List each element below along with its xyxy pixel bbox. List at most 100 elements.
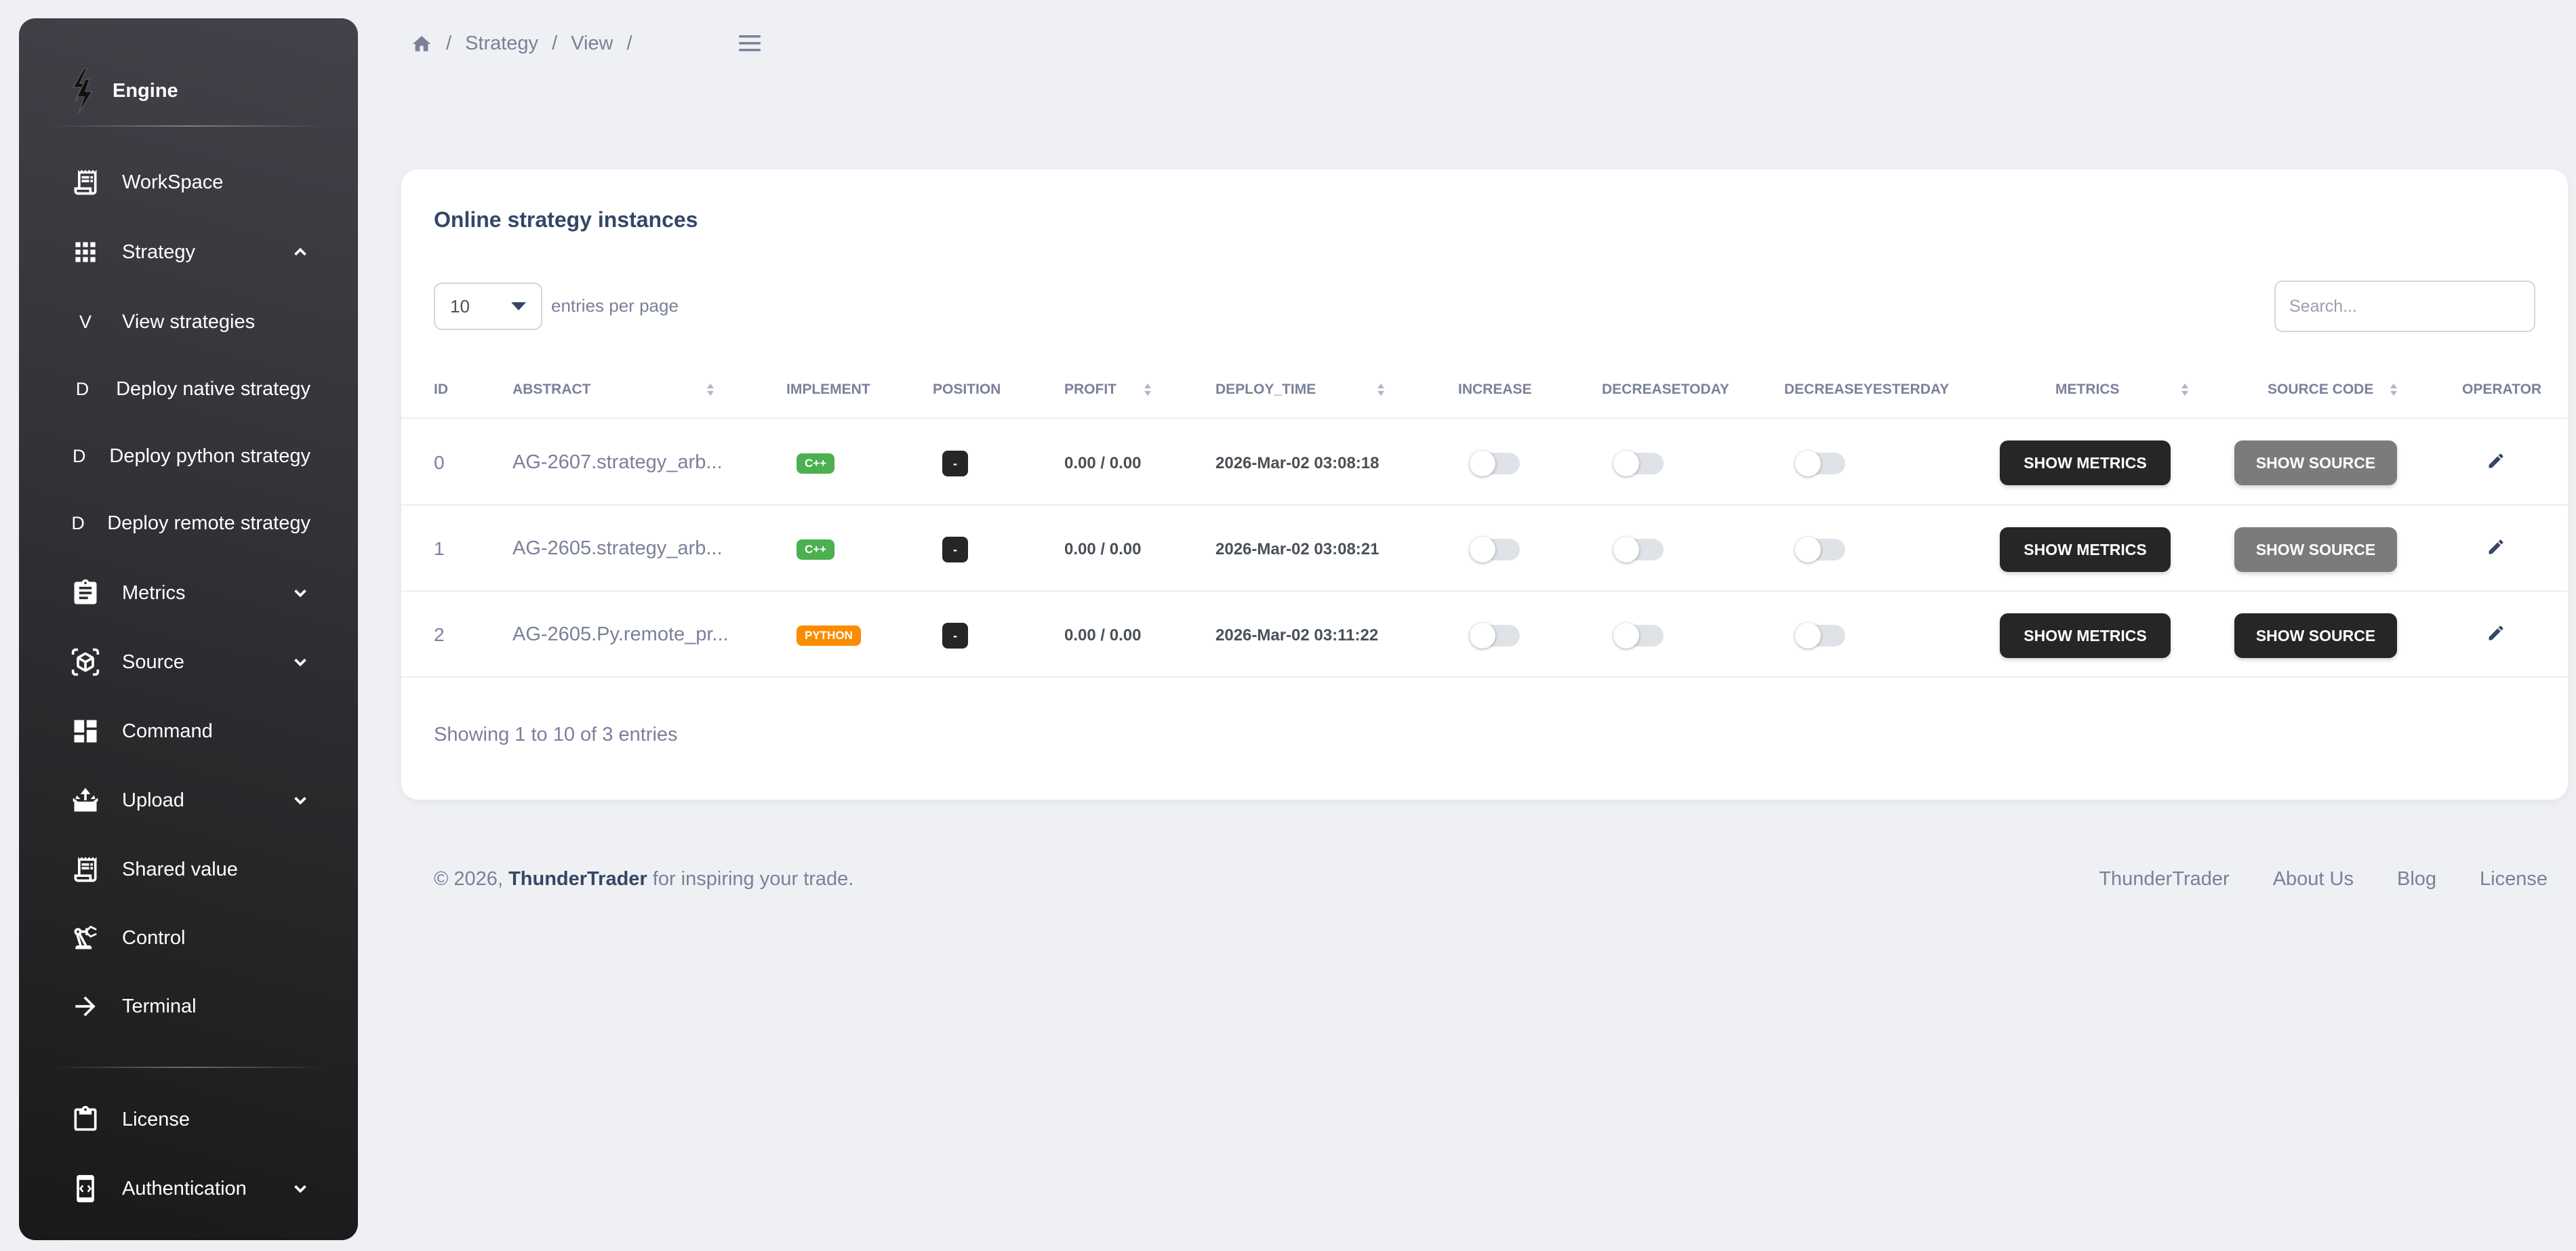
sidebar-item-label: License bbox=[122, 1108, 190, 1130]
column-header-implement[interactable]: IMPLEMENT bbox=[786, 382, 870, 398]
chevron-down-icon bbox=[294, 658, 306, 667]
column-header-metrics[interactable]: METRICS bbox=[2055, 382, 2189, 398]
column-header-abstract[interactable]: ABSTRACT bbox=[512, 382, 715, 398]
sidebar-item-letter: V bbox=[79, 311, 92, 332]
view-in-ar-icon bbox=[68, 644, 103, 680]
footer-link-blog[interactable]: Blog bbox=[2397, 868, 2436, 890]
assignment-icon bbox=[68, 575, 103, 611]
cell-profit: 0.00 / 0.00 bbox=[1064, 540, 1142, 558]
sidebar-item-letter: D bbox=[71, 512, 85, 533]
show-source-button[interactable]: SHOW SOURCE bbox=[2234, 613, 2397, 658]
column-header-position[interactable]: POSITION bbox=[933, 382, 1001, 398]
column-header-profit[interactable]: PROFIT bbox=[1064, 382, 1152, 398]
show-metrics-button[interactable]: SHOW METRICS bbox=[2000, 527, 2171, 572]
sort-icon bbox=[2181, 384, 2188, 396]
sidebar-item-label: WorkSpace bbox=[122, 171, 224, 193]
table-showing-info: Showing 1 to 10 of 3 entries bbox=[434, 724, 678, 745]
column-header-id[interactable]: ID bbox=[434, 382, 448, 398]
strategy-instances-card: Online strategy instances 10 entries per… bbox=[401, 169, 2568, 800]
sidebar-item-authentication[interactable]: Authentication bbox=[68, 1165, 310, 1212]
sidebar-item-label: Control bbox=[122, 926, 186, 949]
column-header-increase[interactable]: INCREASE bbox=[1458, 382, 1532, 398]
increase-toggle[interactable] bbox=[1470, 623, 1520, 649]
sidebar-item-letter: D bbox=[72, 445, 86, 466]
column-header-decrease-today[interactable]: DECREASETODAY bbox=[1602, 382, 1729, 398]
footer-link-thundertrader[interactable]: ThunderTrader bbox=[2099, 868, 2229, 890]
sidebar-item-label: Authentication bbox=[122, 1177, 247, 1199]
footer-link-license[interactable]: License bbox=[2480, 868, 2548, 890]
sidebar-item-view-strategies[interactable]: V View strategies bbox=[68, 298, 310, 346]
sidebar-item-upload[interactable]: Upload bbox=[68, 777, 310, 824]
search-input[interactable] bbox=[2274, 281, 2535, 332]
show-metrics-button[interactable]: SHOW METRICS bbox=[2000, 440, 2171, 485]
decrease-today-toggle[interactable] bbox=[1613, 623, 1664, 649]
position-badge: - bbox=[942, 537, 968, 562]
sidebar-divider bbox=[52, 125, 325, 127]
sidebar-item-label: Metrics bbox=[122, 581, 186, 604]
show-source-button[interactable]: SHOW SOURCE bbox=[2234, 527, 2397, 572]
sidebar-item-deploy-remote[interactable]: D Deploy remote strategy bbox=[68, 499, 310, 547]
decrease-today-toggle[interactable] bbox=[1613, 451, 1664, 476]
receipt-icon bbox=[68, 852, 103, 887]
sidebar-item-shared-value[interactable]: Shared value bbox=[68, 846, 310, 893]
decrease-yesterday-toggle[interactable] bbox=[1795, 623, 1845, 649]
cell-id: 1 bbox=[434, 538, 445, 559]
cell-profit: 0.00 / 0.00 bbox=[1064, 626, 1142, 644]
table-divider bbox=[401, 504, 2568, 506]
edit-icon[interactable] bbox=[2487, 451, 2505, 470]
sidebar-item-deploy-native[interactable]: D Deploy native strategy bbox=[68, 365, 310, 413]
footer-brand-link[interactable]: ThunderTrader bbox=[508, 868, 647, 890]
increase-toggle[interactable] bbox=[1470, 451, 1520, 476]
column-header-decrease-yesterday[interactable]: DECREASEYESTERDAY bbox=[1784, 382, 1949, 398]
decrease-yesterday-toggle[interactable] bbox=[1795, 451, 1845, 476]
breadcrumb: / Strategy / View / bbox=[411, 33, 646, 55]
increase-toggle[interactable] bbox=[1470, 537, 1520, 562]
sidebar-item-license[interactable]: License bbox=[68, 1096, 310, 1143]
show-metrics-button[interactable]: SHOW METRICS bbox=[2000, 613, 2171, 658]
sidebar-item-command[interactable]: Command bbox=[68, 707, 310, 755]
sidebar-item-control[interactable]: Control bbox=[68, 914, 310, 962]
sidebar-item-strategy[interactable]: Strategy bbox=[68, 228, 310, 276]
brand[interactable]: Engine bbox=[68, 67, 178, 115]
breadcrumb-separator: / bbox=[446, 33, 452, 54]
chevron-up-icon bbox=[294, 247, 306, 256]
sidebar-item-label: Strategy bbox=[122, 241, 195, 263]
column-header-deploy-time[interactable]: DEPLOY_TIME bbox=[1215, 382, 1385, 398]
table-divider bbox=[401, 676, 2568, 678]
sidebar-item-label: Shared value bbox=[122, 858, 238, 880]
edit-icon[interactable] bbox=[2487, 623, 2505, 642]
entries-per-page-select[interactable]: 10 bbox=[434, 283, 542, 330]
sidebar-item-metrics[interactable]: Metrics bbox=[68, 569, 310, 617]
footer-links: ThunderTrader About Us Blog License bbox=[2055, 868, 2548, 890]
sidebar: Engine WorkSpace Strategy V View strateg… bbox=[19, 18, 358, 1240]
cell-abstract: AG-2605.strategy_arb... bbox=[512, 537, 723, 559]
position-badge: - bbox=[942, 623, 968, 649]
footer-link-about-us[interactable]: About Us bbox=[2273, 868, 2354, 890]
sidebar-item-workspace[interactable]: WorkSpace bbox=[68, 159, 310, 206]
hamburger-menu-icon[interactable] bbox=[736, 31, 763, 56]
chevron-down-icon bbox=[294, 796, 306, 805]
column-header-operator[interactable]: OPERATOR bbox=[2462, 382, 2541, 398]
sidebar-item-label: Terminal bbox=[122, 995, 197, 1017]
show-source-button[interactable]: SHOW SOURCE bbox=[2234, 440, 2397, 485]
sidebar-divider bbox=[52, 1067, 325, 1068]
sidebar-item-source[interactable]: Source bbox=[68, 638, 310, 686]
sidebar-item-deploy-python[interactable]: D Deploy python strategy bbox=[68, 432, 310, 480]
dashboard-icon bbox=[68, 714, 103, 749]
clipboard-icon bbox=[68, 1102, 103, 1137]
sidebar-item-label: Upload bbox=[122, 789, 184, 811]
decrease-yesterday-toggle[interactable] bbox=[1795, 537, 1845, 562]
home-icon[interactable] bbox=[411, 33, 432, 55]
breadcrumb-strategy[interactable]: Strategy bbox=[465, 33, 538, 55]
sidebar-item-terminal[interactable]: Terminal bbox=[68, 983, 310, 1030]
decrease-today-toggle[interactable] bbox=[1613, 537, 1664, 562]
apps-grid-icon bbox=[68, 234, 103, 270]
arrow-forward-icon bbox=[68, 989, 103, 1024]
cell-id: 0 bbox=[434, 452, 445, 473]
cell-deploy-time: 2026-Mar-02 03:08:18 bbox=[1215, 454, 1380, 472]
chevron-down-icon bbox=[294, 1185, 306, 1193]
breadcrumb-view[interactable]: View bbox=[571, 33, 613, 55]
upload-tray-icon bbox=[68, 783, 103, 818]
edit-icon[interactable] bbox=[2487, 537, 2505, 556]
column-header-source-code[interactable]: SOURCE CODE bbox=[2268, 382, 2398, 398]
